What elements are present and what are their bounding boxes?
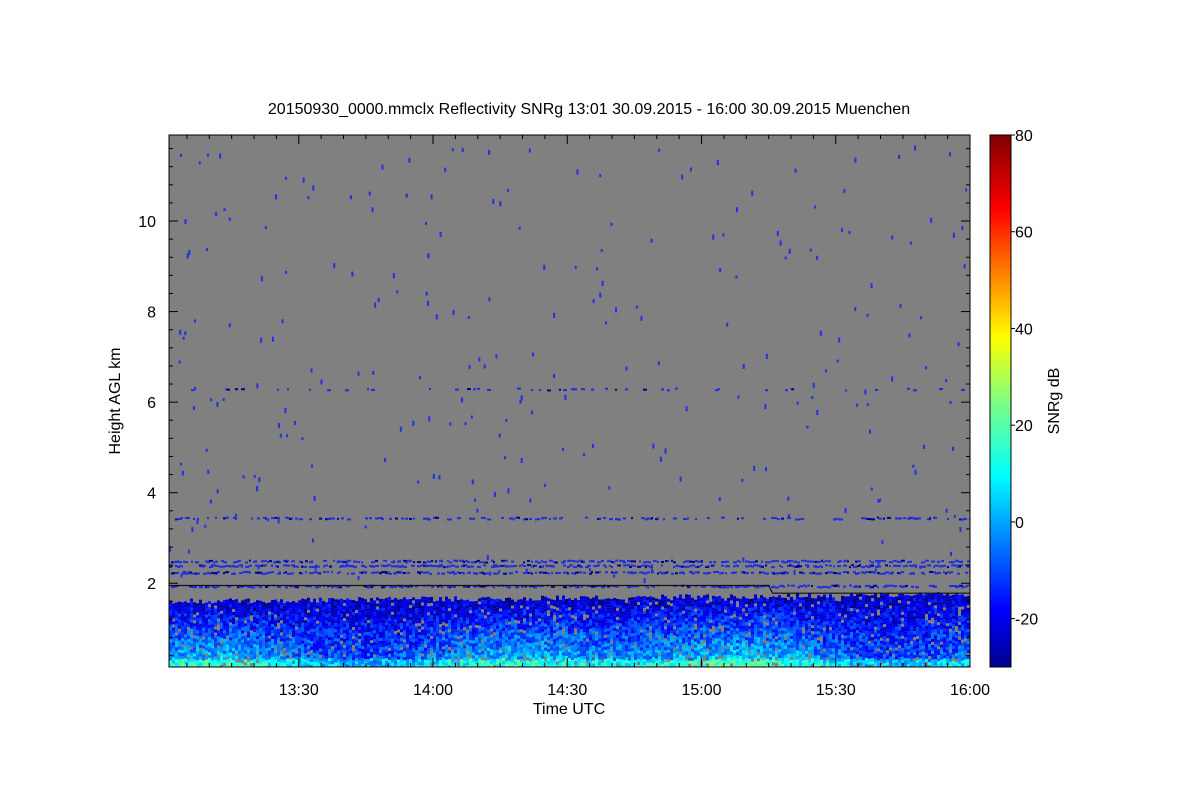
colorbar: 80 60 40 20 0 -20 SNRg dB — [989, 128, 1063, 668]
y-tick-label: 2 — [147, 576, 156, 593]
colorbar-ticks: 80 60 40 20 0 -20 — [1011, 128, 1038, 629]
colorbar-tick-label: -20 — [1015, 612, 1038, 629]
chart-title: 20150930_0000.mmclx Reflectivity SNRg 13… — [268, 101, 910, 118]
x-tick-label: 14:00 — [413, 682, 453, 699]
x-tick-label: 15:00 — [681, 682, 721, 699]
y-tick-label: 10 — [138, 214, 156, 231]
x-tick-label: 14:30 — [547, 682, 587, 699]
x-tick-label: 13:30 — [279, 682, 319, 699]
colorbar-tick-label: 0 — [1015, 515, 1024, 532]
colorbar-tick-label: 80 — [1015, 128, 1033, 145]
colorbar-label: SNRg dB — [1046, 368, 1063, 435]
colorbar-gradient — [989, 134, 1012, 668]
colorbar-tick-label: 60 — [1015, 225, 1033, 242]
y-tick-label: 8 — [147, 305, 156, 322]
y-axis-label: Height AGL km — [107, 347, 124, 454]
radar-figure: 20150930_0000.mmclx Reflectivity SNRg 13… — [107, 101, 1063, 718]
y-tick-label: 6 — [147, 395, 156, 412]
x-axis-label: Time UTC — [533, 701, 605, 718]
y-tick-label: 4 — [147, 486, 156, 503]
colorbar-tick-label: 20 — [1015, 418, 1033, 435]
colorbar-tick-label: 40 — [1015, 321, 1033, 338]
plot-area — [169, 135, 970, 667]
x-tick-label: 16:00 — [950, 682, 990, 699]
x-tick-label: 15:30 — [816, 682, 856, 699]
